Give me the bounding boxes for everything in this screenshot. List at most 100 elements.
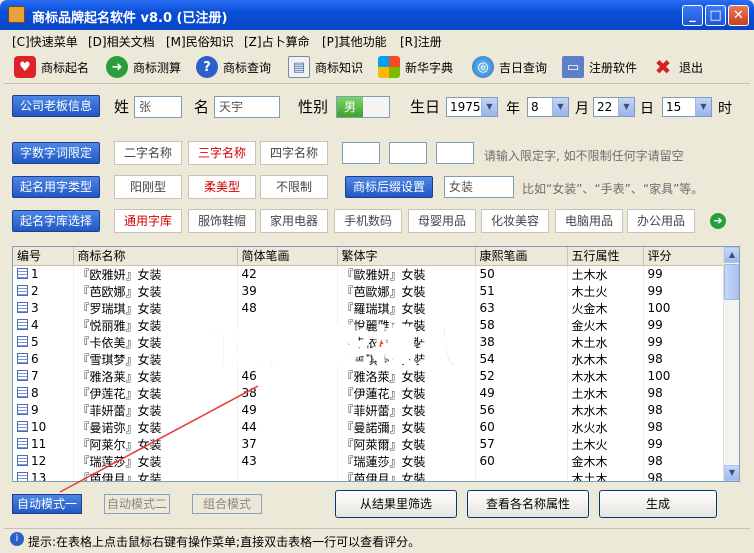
- minimize-button[interactable]: _: [682, 5, 703, 26]
- table-cell: 『阿莱尔』女装: [73, 435, 238, 453]
- col-simplified-strokes[interactable]: 简体笔画: [237, 247, 338, 266]
- table-row[interactable]: 10 『曼诺弥』女装 44 『曼諾彌』女裝 60 水火水 98: [13, 418, 726, 436]
- table-row[interactable]: 11 『阿莱尔』女装 37 『阿萊爾』女裝 57 土木火 99: [13, 435, 726, 453]
- table-cell: 99: [643, 333, 726, 351]
- library-digital[interactable]: 手机数码: [334, 209, 402, 233]
- cell-id: 11: [13, 435, 74, 453]
- scroll-thumb[interactable]: [724, 264, 739, 300]
- table-row[interactable]: 12 『瑞莲莎』女装 43 『瑞蓮莎』女裝 60 金木木 98: [13, 452, 726, 470]
- month-select[interactable]: 8 ▼: [527, 97, 569, 117]
- col-traditional[interactable]: 繁体字: [337, 247, 476, 266]
- row-icon: [17, 268, 28, 279]
- menu-divination[interactable]: [Z]占卜算命: [244, 33, 310, 50]
- close-button[interactable]: ✕: [728, 5, 749, 26]
- table-cell: 51: [475, 282, 568, 300]
- library-computer[interactable]: 电脑用品: [555, 209, 623, 233]
- menu-docs[interactable]: [D]相关文档: [88, 33, 155, 50]
- library-office[interactable]: 办公用品: [627, 209, 695, 233]
- table-cell: 99: [643, 265, 726, 283]
- menu-register[interactable]: [R]注册: [400, 33, 442, 50]
- surname-input[interactable]: 张: [134, 96, 182, 118]
- col-five-elements[interactable]: 五行属性: [567, 247, 644, 266]
- table-cell: [475, 469, 568, 481]
- option-two-char[interactable]: 二字名称: [114, 141, 182, 165]
- table-row[interactable]: 8 『伊莲花』女装 38 『伊蓮花』女裝 49 土水木 98: [13, 384, 726, 402]
- next-arrow-icon[interactable]: ➜: [710, 213, 726, 229]
- scroll-down-icon[interactable]: ▼: [724, 465, 739, 481]
- menu-quick[interactable]: [C]快速菜单: [12, 33, 78, 50]
- suffix-input[interactable]: 女装: [444, 176, 514, 198]
- library-appliances[interactable]: 家用电器: [260, 209, 328, 233]
- cell-text: 6: [31, 352, 39, 366]
- row-icon: [17, 285, 28, 296]
- table-cell: 金火木: [567, 316, 644, 334]
- tool-register[interactable]: ▭ 注册软件: [562, 53, 637, 81]
- tool-trademark-test[interactable]: ➜ 商标测算: [106, 53, 181, 81]
- cell-text: 10: [31, 420, 47, 434]
- table-cell: 54: [475, 350, 568, 368]
- tool-exit[interactable]: ✖ 退出: [652, 53, 703, 81]
- limit-char-input-3[interactable]: [436, 142, 474, 164]
- hour-select[interactable]: 15 ▼: [662, 97, 712, 117]
- table-cell: 49: [237, 401, 338, 419]
- tool-trademark-search[interactable]: ? 商标查询: [196, 53, 271, 81]
- table-row[interactable]: 9 『菲妍蕾』女装 49 『菲妍蕾』女裝 56 木水木 98: [13, 401, 726, 419]
- mode-auto-one[interactable]: 自动模式一: [12, 494, 82, 514]
- table-row[interactable]: 2 『芭欧娜』女装 39 『芭歐娜』女裝 51 木土火 99: [13, 282, 726, 300]
- col-kangxi-strokes[interactable]: 康熙笔画: [475, 247, 568, 266]
- info-icon: i: [10, 532, 24, 546]
- table-row[interactable]: 13 『芭伊月』女装 『芭伊月』女裝 木土木 98: [13, 469, 726, 482]
- mode-auto-two[interactable]: 自动模式二: [104, 494, 170, 514]
- table-cell: 『欧雅妍』女装: [73, 265, 238, 283]
- day-select[interactable]: 22 ▼: [593, 97, 635, 117]
- col-score[interactable]: 评分: [643, 247, 726, 266]
- hour-value: 15: [666, 100, 682, 114]
- tool-dictionary[interactable]: 新华字典: [378, 53, 453, 81]
- tool-lucky-day[interactable]: ◎ 吉日查询: [472, 53, 547, 81]
- suffix-settings-button[interactable]: 商标后缀设置: [345, 176, 433, 198]
- table-cell: 60: [475, 452, 568, 470]
- tool-trademark-knowledge[interactable]: ▤ 商标知识: [288, 53, 363, 81]
- view-attributes-button[interactable]: 查看各名称属性: [467, 490, 589, 518]
- row-icon: [17, 421, 28, 432]
- vertical-scrollbar[interactable]: ▲ ▼: [723, 247, 739, 481]
- library-baby[interactable]: 母婴用品: [408, 209, 476, 233]
- library-apparel[interactable]: 服饰鞋帽: [188, 209, 256, 233]
- gender-toggle[interactable]: 男: [336, 96, 390, 118]
- library-general[interactable]: 通用字库: [114, 209, 182, 233]
- given-name-input[interactable]: 天宇: [214, 96, 280, 118]
- menu-folklore[interactable]: [M]民俗知识: [166, 33, 234, 50]
- table-cell: 100: [643, 299, 726, 317]
- table-cell: 99: [643, 316, 726, 334]
- scroll-up-icon[interactable]: ▲: [724, 247, 739, 263]
- name-style-label: 起名用字类型: [12, 176, 100, 198]
- generate-button[interactable]: 生成: [599, 490, 717, 518]
- option-masculine[interactable]: 阳刚型: [114, 175, 182, 199]
- limit-char-input-1[interactable]: [342, 142, 380, 164]
- table-cell: 『歐雅妍』女裝: [337, 265, 476, 283]
- tool-label: 商标查询: [223, 60, 272, 75]
- col-name[interactable]: 商标名称: [73, 247, 238, 266]
- table-row[interactable]: 1 『欧雅妍』女装 42 『歐雅妍』女裝 50 土木水 99: [13, 265, 726, 283]
- col-id[interactable]: 编号: [13, 247, 74, 266]
- maximize-button[interactable]: □: [705, 5, 726, 26]
- tool-trademark-naming[interactable]: ♥ 商标起名: [14, 53, 89, 81]
- table-cell: 39: [237, 282, 338, 300]
- chevron-down-icon: ▼: [481, 98, 497, 116]
- option-three-char[interactable]: 三字名称: [188, 141, 256, 165]
- cell-text: 4: [31, 318, 39, 332]
- chevron-down-icon: ▼: [695, 98, 711, 116]
- year-select[interactable]: 1975 ▼: [446, 97, 498, 117]
- option-unlimited[interactable]: 不限制: [260, 175, 328, 199]
- cell-text: 13: [31, 471, 47, 482]
- menu-other[interactable]: [P]其他功能: [322, 33, 387, 50]
- option-four-char[interactable]: 四字名称: [260, 141, 328, 165]
- option-feminine[interactable]: 柔美型: [188, 175, 256, 199]
- mode-combined[interactable]: 组合模式: [192, 494, 262, 514]
- filter-results-button[interactable]: 从结果里筛选: [335, 490, 457, 518]
- hour-unit: 时: [718, 101, 732, 117]
- limit-char-input-2[interactable]: [389, 142, 427, 164]
- tool-label: 新华字典: [405, 60, 454, 75]
- library-cosmetics[interactable]: 化妆美容: [481, 209, 549, 233]
- table-cell: 98: [643, 401, 726, 419]
